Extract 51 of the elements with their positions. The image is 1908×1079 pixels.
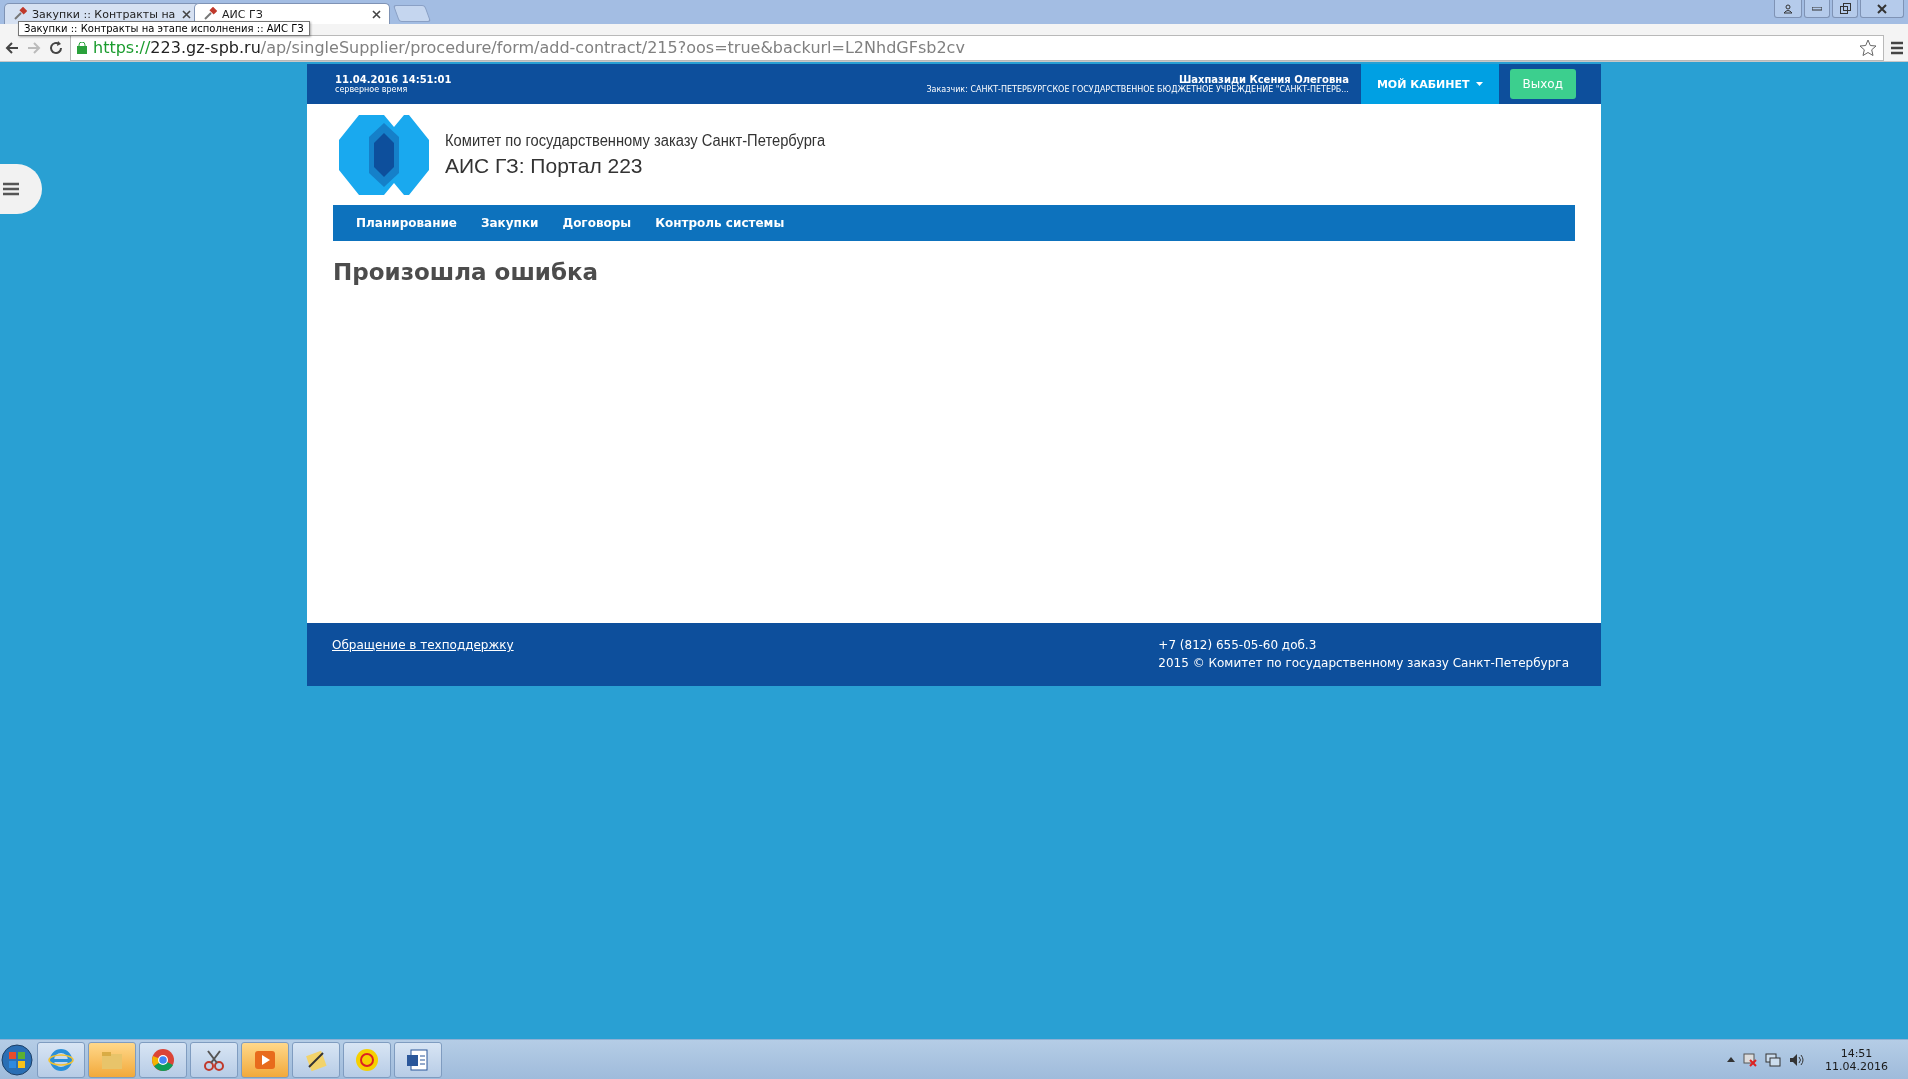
start-button[interactable]: [0, 1042, 34, 1077]
server-datetime: 11.04.2016 14:51:01: [335, 74, 453, 85]
menu-button[interactable]: [0, 164, 42, 214]
taskbar-button[interactable]: [190, 1041, 238, 1078]
copyright: 2015 © Комитет по государственному заказу Санкт-Петербурга: [1158, 656, 1569, 670]
caret-icon: [1475, 82, 1483, 86]
user-name: Шахпазиди Ксения Олеговна: [1178, 74, 1349, 85]
taskbar-button[interactable]: [292, 1041, 340, 1078]
menu-icon: [3, 182, 19, 196]
restore-button[interactable]: [1832, 0, 1858, 18]
portal-title: АИС ГЗ: Портал 223: [445, 153, 644, 178]
nav-link[interactable]: Закупки: [473, 216, 547, 230]
taskbar-button[interactable]: [394, 1041, 442, 1078]
volume-icon[interactable]: [1789, 1052, 1805, 1067]
tooltip: Закупки :: Контракты на этапе исполнения :: АИС ГЗ: [18, 21, 310, 36]
datetime-caption: серверное время: [335, 85, 409, 94]
star-icon[interactable]: [1859, 38, 1877, 57]
person-icon: [1783, 3, 1793, 14]
close-icon: [1877, 3, 1887, 14]
clock[interactable]: 14:51 11.04.2016: [1825, 1046, 1888, 1073]
error-heading: Произошла ошибка: [333, 259, 600, 285]
nav-link[interactable]: Договоры: [554, 216, 640, 230]
user-button[interactable]: [1774, 0, 1802, 18]
close-icon[interactable]: [182, 9, 191, 19]
close-icon[interactable]: [372, 9, 381, 19]
document-icon: [405, 1046, 431, 1073]
phone-number: +7 (812) 655-05-60 доб.3: [1158, 638, 1318, 652]
lock-icon: [77, 41, 87, 54]
address-field[interactable]: https://223.gz-spb.ru/ap/singleSupplier/procedure/form/add-contract/215?oos=true&backurl=L2NhdGFsb2cv: [70, 34, 1884, 61]
logo-icon: [339, 114, 429, 195]
back-icon[interactable]: [4, 39, 20, 56]
minimize-icon: [1812, 6, 1822, 11]
chrome-icon: [150, 1046, 176, 1073]
cabinet-dropdown[interactable]: МОЙ КАБИНЕТ: [1360, 64, 1499, 104]
gavel-icon: [13, 7, 27, 21]
restore-icon: [1839, 3, 1851, 14]
menu-icon[interactable]: [1890, 40, 1904, 55]
taskbar-button[interactable]: [139, 1041, 187, 1078]
network-icon[interactable]: [1765, 1052, 1781, 1067]
organization-name: Комитет по государственному заказу Санкт-Петербурга: [445, 131, 826, 150]
gavel-icon: [203, 7, 217, 21]
browser-e-icon: [48, 1046, 74, 1073]
reload-icon[interactable]: [48, 39, 64, 56]
taskbar-button[interactable]: [343, 1041, 391, 1078]
close-button[interactable]: [1860, 0, 1904, 18]
nav-link[interactable]: Контроль системы: [647, 216, 793, 230]
ring-icon: [354, 1046, 380, 1073]
nav-link[interactable]: Планирование: [348, 216, 465, 230]
tray-arrow-icon[interactable]: [1727, 1057, 1735, 1062]
customer-name: Заказчик: САНКТ-ПЕТЕРБУРГСКОЕ ГОСУДАРСТВЕННОЕ БЮДЖЕТНОЕ УЧРЕЖДЕНИЕ "САНКТ-ПЕТЕРБ...: [926, 85, 1349, 94]
support-link[interactable]: Обращение в техподдержку: [332, 638, 514, 686]
